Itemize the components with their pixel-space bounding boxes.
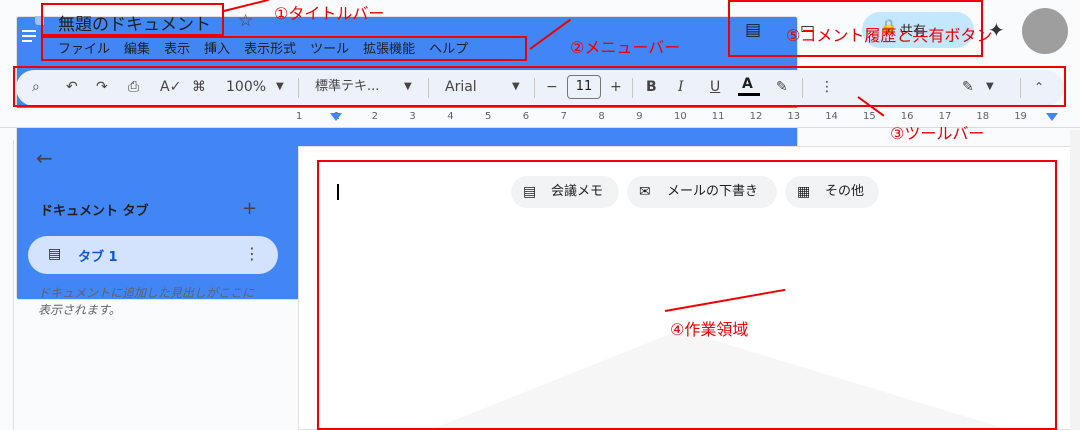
tab-item-1[interactable] [28, 236, 278, 274]
ruler-number: 2 [371, 111, 378, 122]
ruler-number: 4 [447, 111, 454, 122]
ruler-number: 19 [1014, 111, 1027, 122]
docs-app: 無題のドキュメント ☆ ファイル 編集 表示 挿入 表示形式 ツール 拡張機能 … [0, 0, 1080, 430]
tab-more-icon[interactable]: ⋮ [244, 244, 260, 263]
ruler-number: 5 [485, 111, 492, 122]
annotation-box-toolbar [13, 66, 1066, 107]
left-indent-marker[interactable] [330, 113, 342, 121]
ruler-number: 9 [636, 111, 643, 122]
right-indent-marker[interactable] [1046, 113, 1058, 121]
vertical-scrollbar[interactable] [1070, 130, 1080, 430]
annotation-title-bar: ①タイトルバー [274, 4, 385, 23]
ruler-number: 1 [296, 111, 303, 122]
back-arrow-icon[interactable]: ← [36, 146, 53, 170]
ruler-number: 13 [787, 111, 801, 122]
tab-label: タブ 1 [78, 250, 118, 265]
ruler-number: 15 [863, 111, 876, 122]
ruler-number: 3 [409, 111, 416, 122]
annotation-menu-bar: ②メニューバー [570, 38, 681, 57]
annotation-toolbar: ③ツールバー [890, 124, 985, 143]
tabs-heading: ドキュメント タブ [40, 204, 149, 219]
annotation-box-menu [41, 36, 527, 61]
tab-doc-icon: ▤ [48, 246, 62, 262]
add-tab-icon[interactable]: + [242, 198, 257, 219]
star-icon[interactable]: ☆ [238, 11, 253, 31]
annotation-comment-share: ⑤コメント履歴と共有ボタン [786, 26, 993, 45]
ruler-number: 14 [825, 111, 838, 122]
ruler-number: 8 [598, 111, 605, 122]
ruler-number: 10 [674, 111, 687, 122]
annotation-box-title [41, 3, 224, 36]
ruler-number: 11 [711, 111, 725, 122]
sidebar-hint: ドキュメントに追加した見出しがここに表示されます。 [38, 286, 255, 317]
avatar[interactable] [1022, 8, 1068, 54]
annotation-work-area: ④作業領域 [670, 320, 749, 339]
vertical-ruler [0, 140, 14, 430]
ruler-number: 7 [560, 111, 567, 122]
ruler-number: 12 [749, 111, 763, 122]
ruler-number: 6 [522, 111, 530, 122]
docs-logo-icon[interactable] [16, 16, 798, 300]
annotation-box-work-area [317, 160, 1057, 430]
